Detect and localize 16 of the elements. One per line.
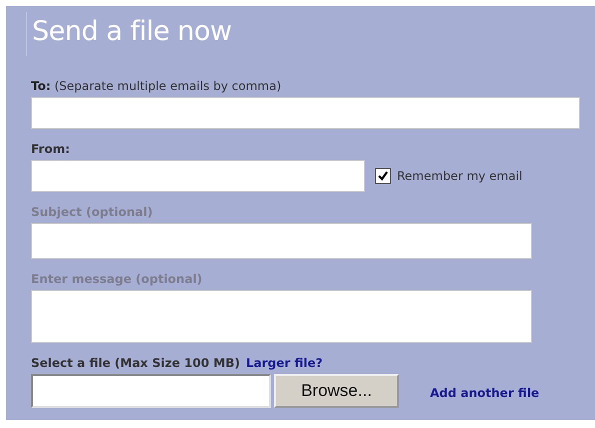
field-label: From: [31, 141, 70, 157]
add-file-link[interactable]: Add another file [430, 386, 540, 400]
text-field[interactable] [31, 160, 365, 192]
file-path-field[interactable] [31, 374, 271, 408]
form-title: Send a file now [32, 15, 233, 49]
message-field[interactable] [31, 290, 532, 343]
checkbox[interactable] [375, 168, 391, 184]
field-label: Subject (optional) [31, 204, 153, 220]
field-label: To: (Separate multiple emails by comma) [31, 78, 282, 94]
checkbox-label: Remember my email [397, 169, 522, 183]
field-label: Select a file (Max Size 100 MB) [31, 355, 240, 371]
text-field[interactable] [31, 223, 532, 259]
larger-file-link[interactable]: Larger file? [246, 356, 323, 370]
text-field[interactable] [31, 97, 580, 129]
field-label: Enter message (optional) [31, 271, 202, 287]
browse-button[interactable]: Browse... [274, 374, 399, 408]
